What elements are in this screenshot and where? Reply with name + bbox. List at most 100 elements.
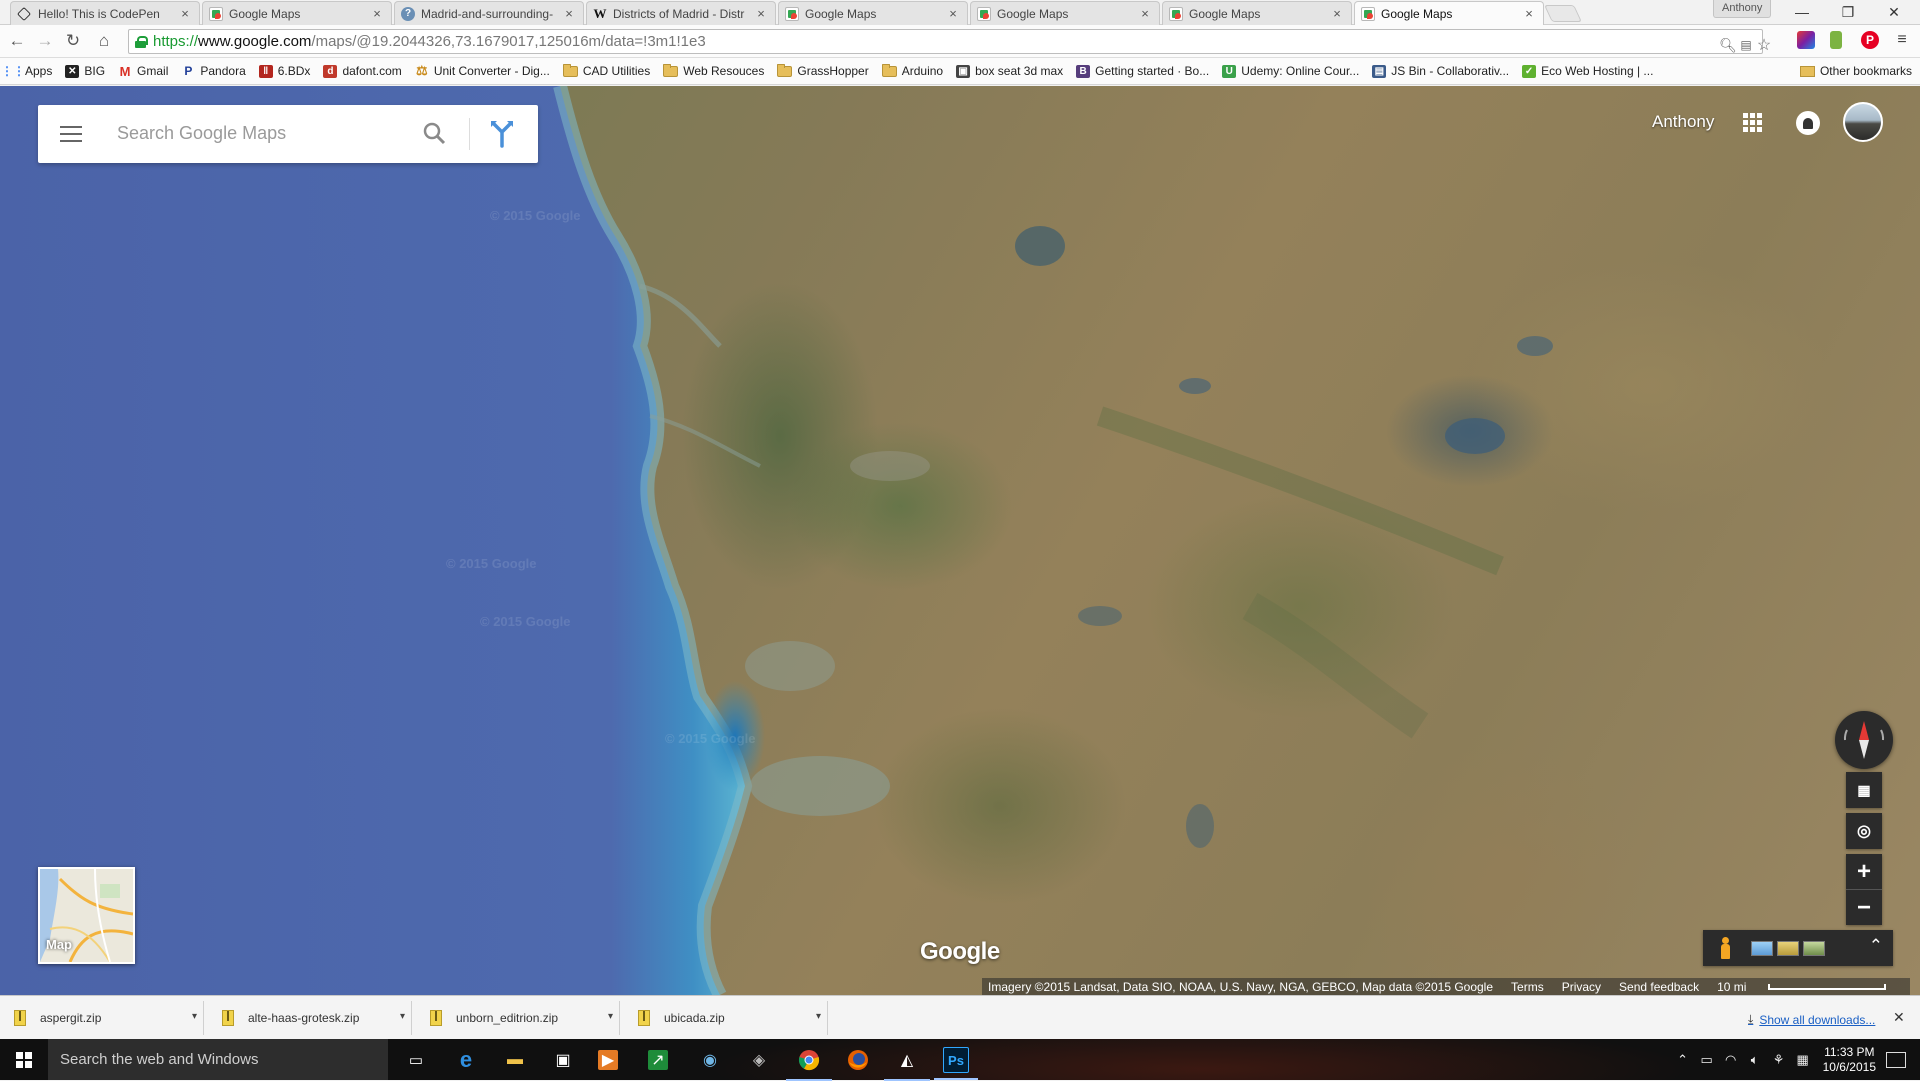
chevron-up-icon[interactable]: ⌃ bbox=[1673, 1052, 1693, 1068]
forward-icon[interactable]: → bbox=[32, 29, 58, 53]
bookmark-pandora[interactable]: P Pandora bbox=[181, 64, 245, 78]
firefox-icon[interactable] bbox=[845, 1047, 871, 1073]
bookmark-big[interactable]: ✕ BIG bbox=[65, 64, 105, 78]
home-icon[interactable]: ⌂ bbox=[91, 29, 117, 53]
download-item[interactable]: unborn_editrion.zip ▾ bbox=[416, 1001, 620, 1035]
privacy-link[interactable]: Privacy bbox=[1562, 980, 1601, 994]
satellite-map-canvas[interactable]: © 2015 Google © 2015 Google © 2015 Googl… bbox=[0, 86, 1920, 995]
bookmark-6bdx[interactable]: ǁ 6.BDx bbox=[258, 64, 310, 78]
clock[interactable]: 11:33 PM 10/6/2015 bbox=[1823, 1045, 1876, 1075]
tab-google-maps[interactable]: Google Maps × bbox=[1162, 1, 1352, 25]
app-icon[interactable]: ◈ bbox=[746, 1047, 772, 1073]
account-name[interactable]: Anthony bbox=[1652, 112, 1714, 132]
bookmark-folder-arduino[interactable]: Arduino bbox=[881, 63, 943, 78]
store-icon[interactable]: ▣ bbox=[550, 1047, 576, 1073]
bookmark-apps[interactable]: ⋮⋮ Apps bbox=[1, 64, 52, 78]
search-input[interactable]: Search Google Maps bbox=[117, 123, 286, 144]
close-icon[interactable]: × bbox=[179, 6, 191, 21]
chevron-down-icon[interactable]: ▾ bbox=[192, 1011, 197, 1022]
tab-google-maps[interactable]: Google Maps × bbox=[970, 1, 1160, 25]
my-location-icon[interactable]: ◎ bbox=[1846, 813, 1882, 849]
imagery-thumb[interactable] bbox=[1751, 941, 1773, 956]
page-action-icon[interactable]: ▤ bbox=[1737, 36, 1755, 54]
chrome-menu-icon[interactable]: ≡ bbox=[1893, 31, 1911, 49]
minimize-icon[interactable]: — bbox=[1780, 0, 1824, 24]
imagery-thumb[interactable] bbox=[1777, 941, 1799, 956]
map-type-toggle[interactable]: Map bbox=[38, 867, 135, 964]
photoshop-icon[interactable]: Ps bbox=[934, 1047, 978, 1080]
close-icon[interactable]: × bbox=[371, 6, 383, 21]
back-icon[interactable]: ← bbox=[4, 29, 30, 53]
avatar[interactable] bbox=[1843, 102, 1883, 142]
profile-badge[interactable]: Anthony bbox=[1713, 0, 1772, 18]
tab-districts-madrid[interactable]: W Districts of Madrid - Distr × bbox=[586, 1, 776, 25]
volume-icon[interactable]: 🔈︎ bbox=[1745, 1052, 1765, 1068]
close-shelf-icon[interactable]: ✕ bbox=[1893, 1009, 1905, 1026]
tab-google-maps[interactable]: Google Maps × bbox=[778, 1, 968, 25]
edge-icon[interactable]: e bbox=[453, 1047, 479, 1073]
search-icon[interactable] bbox=[421, 120, 449, 148]
download-item[interactable]: aspergit.zip ▾ bbox=[0, 1001, 204, 1035]
bookmark-dafont[interactable]: d dafont.com bbox=[323, 64, 402, 78]
close-window-icon[interactable]: ✕ bbox=[1872, 0, 1916, 24]
download-item[interactable]: ubicada.zip ▾ bbox=[624, 1001, 828, 1035]
bookmark-folder-web[interactable]: Web Resouces bbox=[663, 63, 764, 78]
terms-link[interactable]: Terms bbox=[1511, 980, 1544, 994]
media-player-icon[interactable]: ▶ bbox=[598, 1050, 618, 1070]
windows-start-icon[interactable] bbox=[16, 1052, 32, 1068]
maps-search-box[interactable]: Search Google Maps bbox=[38, 105, 538, 163]
pinterest-icon[interactable]: P bbox=[1861, 31, 1879, 49]
chevron-down-icon[interactable]: ▾ bbox=[816, 1011, 821, 1022]
network-app-icon[interactable]: ◉ bbox=[697, 1047, 723, 1073]
tab-google-maps-active[interactable]: Google Maps × bbox=[1354, 1, 1544, 25]
notifications-bell-icon[interactable] bbox=[1796, 111, 1820, 135]
finance-icon[interactable]: ↗ bbox=[648, 1050, 668, 1070]
bookmark-jsbin[interactable]: ▤ JS Bin - Collaborativ... bbox=[1372, 64, 1509, 78]
power-icon[interactable]: ▭ bbox=[1697, 1052, 1717, 1068]
tab-codepen[interactable]: Hello! This is CodePen × bbox=[10, 1, 200, 25]
extension-color-icon[interactable] bbox=[1797, 31, 1815, 49]
chrome-icon[interactable] bbox=[786, 1047, 832, 1081]
close-icon[interactable]: × bbox=[563, 6, 575, 21]
bookmark-star-icon[interactable]: ☆ bbox=[1755, 36, 1773, 54]
google-apps-icon[interactable] bbox=[1743, 113, 1762, 132]
file-explorer-icon[interactable]: ▬ bbox=[502, 1047, 528, 1073]
close-icon[interactable]: × bbox=[1139, 6, 1151, 21]
bookmark-bootstrap[interactable]: B Getting started · Bo... bbox=[1076, 64, 1209, 78]
bookmark-folder-cad[interactable]: CAD Utilities bbox=[562, 63, 650, 78]
bookmark-eco-hosting[interactable]: ✓ Eco Web Hosting | ... bbox=[1522, 64, 1653, 78]
taskbar-search-input[interactable]: Search the web and Windows bbox=[48, 1039, 388, 1080]
url-text[interactable]: https://www.google.com/maps/@19.2044326,… bbox=[153, 33, 706, 50]
task-view-icon[interactable]: ▭ bbox=[403, 1047, 429, 1073]
chevron-down-icon[interactable]: ▾ bbox=[400, 1011, 405, 1022]
chevron-down-icon[interactable]: ▾ bbox=[608, 1011, 613, 1022]
show-all-downloads-link[interactable]: ⤓ Show all downloads... bbox=[1748, 1012, 1875, 1027]
bookmark-other[interactable]: Other bookmarks bbox=[1799, 64, 1912, 78]
scale-bar[interactable]: 10 mi bbox=[1717, 980, 1904, 994]
bookmark-unit-converter[interactable]: ⚖ Unit Converter - Dig... bbox=[415, 63, 550, 78]
zoom-icon[interactable]: 🔍︎ bbox=[1719, 36, 1737, 54]
chevron-up-icon[interactable]: ⌃ bbox=[1869, 936, 1883, 956]
keyboard-icon[interactable]: ▦ bbox=[1793, 1052, 1813, 1068]
close-icon[interactable]: × bbox=[1523, 6, 1535, 21]
tilt-grid-icon[interactable]: ▦ bbox=[1846, 772, 1882, 808]
bookmark-box-seat[interactable]: ▣ box seat 3d max bbox=[956, 64, 1063, 78]
new-tab-button[interactable] bbox=[1544, 5, 1582, 22]
download-item[interactable]: alte-haas-grotesk.zip ▾ bbox=[208, 1001, 412, 1035]
bookmark-udemy[interactable]: U Udemy: Online Cour... bbox=[1222, 64, 1359, 78]
app-tray-icon[interactable]: ⚘ bbox=[1769, 1052, 1789, 1068]
tab-google-maps[interactable]: Google Maps × bbox=[202, 1, 392, 25]
directions-icon[interactable] bbox=[486, 118, 518, 150]
zoom-out-button[interactable]: − bbox=[1846, 890, 1882, 925]
close-icon[interactable]: × bbox=[947, 6, 959, 21]
close-icon[interactable]: × bbox=[755, 6, 767, 21]
tab-madrid[interactable]: ? Madrid-and-surrounding- × bbox=[394, 1, 584, 25]
bookmark-gmail[interactable]: M Gmail bbox=[118, 64, 169, 79]
menu-icon[interactable] bbox=[60, 126, 82, 142]
bookmark-folder-grasshopper[interactable]: GrassHopper bbox=[777, 63, 869, 78]
compass-icon[interactable] bbox=[1835, 711, 1893, 769]
wifi-icon[interactable]: ◠ bbox=[1721, 1052, 1741, 1068]
close-icon[interactable]: × bbox=[1331, 6, 1343, 21]
extension-evernote-icon[interactable] bbox=[1830, 31, 1842, 49]
send-feedback-link[interactable]: Send feedback bbox=[1619, 980, 1699, 994]
